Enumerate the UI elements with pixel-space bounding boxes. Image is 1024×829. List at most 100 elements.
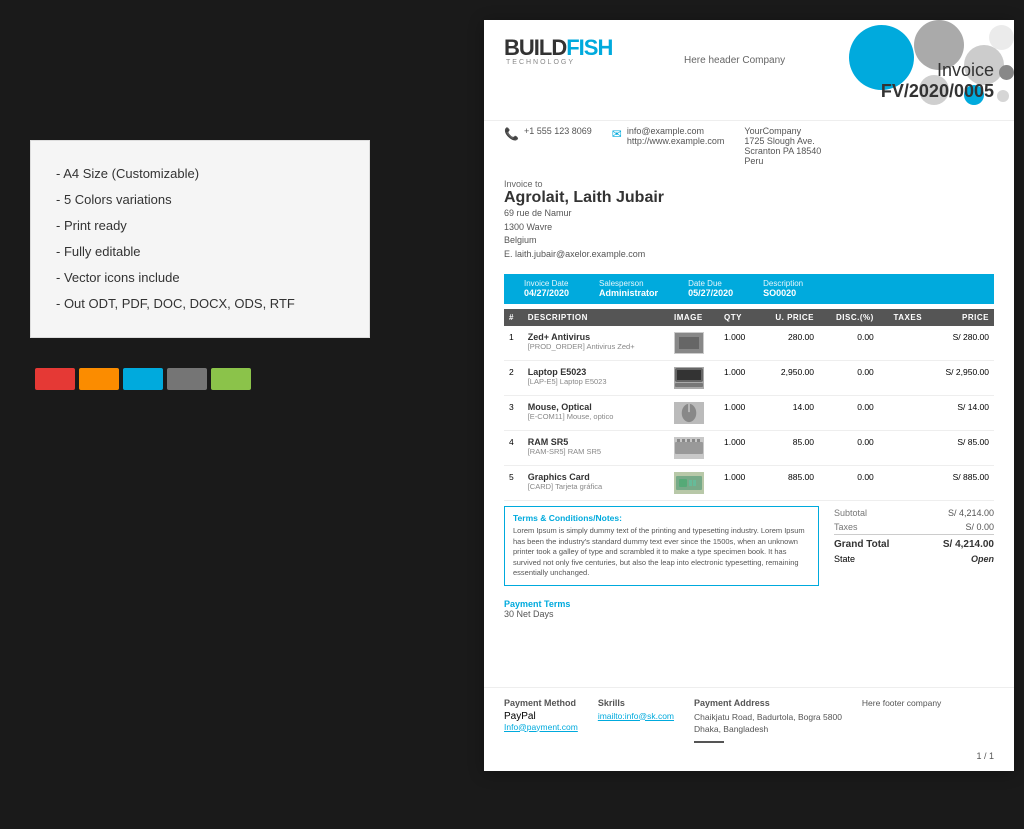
item1-taxes [879, 326, 927, 361]
item2-price: S/ 2,950.00 [927, 361, 994, 396]
footer-company: Here footer company [862, 698, 941, 744]
invoice-panel: BUILDFISH TECHNOLOGY Here header Company… [484, 20, 1014, 771]
state-value: Open [971, 554, 994, 564]
features-box: - A4 Size (Customizable) - 5 Colors vari… [30, 140, 370, 338]
info-date-due-value: 05/27/2020 [688, 288, 733, 298]
invoice-to-email: E. laith.jubair@axelor.example.com [504, 248, 994, 262]
swatch-green [211, 368, 251, 390]
item5-qty: 1.000 [719, 466, 758, 501]
item4-uprice: 85.00 [758, 431, 819, 466]
footer-paypal-link[interactable]: Info@payment.com [504, 722, 578, 732]
payment-terms-value: 30 Net Days [504, 609, 994, 619]
swatch-orange [79, 368, 119, 390]
item5-disc: 0.00 [819, 466, 879, 501]
footer-paypal: PayPal [504, 711, 578, 722]
feature-item-4: - Fully editable [56, 239, 344, 265]
subtotal-row: Subtotal S/ 4,214.00 [834, 506, 994, 520]
item2-qty: 1.000 [719, 361, 758, 396]
product-icon-laptop [674, 367, 704, 389]
info-description-value: SO0020 [763, 288, 796, 298]
swatch-red [35, 368, 75, 390]
feature-item-6: - Out ODT, PDF, DOC, DOCX, ODS, RTF [56, 291, 344, 317]
footer-payment-method-label: Payment Method [504, 698, 578, 708]
footer-skrills-label: Skrills [598, 698, 674, 708]
invoice-to-city: 1300 Wavre [504, 221, 994, 235]
feature-item-1: - A4 Size (Customizable) [56, 161, 344, 187]
feature-item-3: - Print ready [56, 213, 344, 239]
item1-num: 1 [504, 326, 523, 361]
table-row: 1 Zed+ Antivirus [PROD_ORDER] Antivirus … [504, 326, 994, 361]
feature-item-5: - Vector icons include [56, 265, 344, 291]
phone-icon: 📞 [504, 127, 519, 141]
item4-disc: 0.00 [819, 431, 879, 466]
contact-address2: Scranton PA 18540 [744, 146, 821, 156]
payment-terms-label: Payment Terms [504, 599, 994, 609]
item2-desc: Laptop E5023 [LAP-E5] Laptop E5023 [523, 361, 669, 396]
footer-divider [694, 741, 724, 743]
item3-desc: Mouse, Optical [E-COM11] Mouse, optico [523, 396, 669, 431]
swatch-blue [123, 368, 163, 390]
item1-disc: 0.00 [819, 326, 879, 361]
item1-qty: 1.000 [719, 326, 758, 361]
taxes-label: Taxes [834, 522, 858, 532]
item5-uprice: 885.00 [758, 466, 819, 501]
invoice-title-area: Invoice FV/2020/0005 [881, 60, 994, 102]
item2-image [669, 361, 719, 396]
item4-num: 4 [504, 431, 523, 466]
terms-title: Terms & Conditions/Notes: [513, 513, 810, 523]
item1-image [669, 326, 719, 361]
footer-skrills-link[interactable]: imailto:info@sk.com [598, 711, 674, 721]
col-disc: DISC.(%) [819, 309, 879, 326]
col-qty: QTY [719, 309, 758, 326]
col-taxes: TAXES [879, 309, 927, 326]
state-label: State [834, 554, 855, 564]
taxes-row: Taxes S/ 0.00 [834, 520, 994, 534]
features-list: - A4 Size (Customizable) - 5 Colors vari… [56, 161, 344, 317]
invoice-to-street: 69 rue de Namur [504, 207, 994, 221]
subtotal-label: Subtotal [834, 508, 867, 518]
footer-payment-address-label: Payment Address [694, 698, 842, 708]
item5-taxes [879, 466, 927, 501]
item3-disc: 0.00 [819, 396, 879, 431]
logo-build: BUILD [504, 35, 566, 60]
item3-taxes [879, 396, 927, 431]
header-company: Here header Company [684, 55, 785, 66]
invoice-to-country: Belgium [504, 234, 994, 248]
contact-country: Peru [744, 156, 821, 166]
footer-payment-address: Payment Address Chaikjatu Road, Badurtol… [694, 698, 842, 744]
info-date-due: Date Due 05/27/2020 [688, 279, 733, 299]
invoice-header: BUILDFISH TECHNOLOGY Here header Company… [484, 20, 1014, 120]
contact-email-col: ✉ info@example.com http://www.example.co… [612, 126, 725, 166]
info-bar: Invoice Date 04/27/2020 Salesperson Admi… [504, 274, 994, 304]
invoice-number: FV/2020/0005 [881, 81, 994, 102]
contact-website: http://www.example.com [627, 136, 725, 146]
col-image: IMAGE [669, 309, 719, 326]
item4-image [669, 431, 719, 466]
col-price: PRICE [927, 309, 994, 326]
footer-address: Chaikjatu Road, Badurtola, Bogra 5800 Dh… [694, 711, 842, 744]
swatch-gray [167, 368, 207, 390]
contact-address1: 1725 Slough Ave. [744, 136, 821, 146]
contact-address-col: YourCompany 1725 Slough Ave. Scranton PA… [744, 126, 821, 166]
col-num: # [504, 309, 523, 326]
item4-desc: RAM SR5 [RAM-SR5] RAM SR5 [523, 431, 669, 466]
info-salesperson: Salesperson Administrator [599, 279, 658, 299]
item4-taxes [879, 431, 927, 466]
footer-top: Payment Method PayPal Info@payment.com S… [504, 698, 994, 744]
contact-row: 📞 +1 555 123 8069 ✉ info@example.com htt… [484, 120, 1014, 171]
item1-desc: Zed+ Antivirus [PROD_ORDER] Antivirus Ze… [523, 326, 669, 361]
item3-uprice: 14.00 [758, 396, 819, 431]
info-description-label: Description [763, 279, 803, 288]
page-number: 1 / 1 [504, 751, 994, 761]
info-salesperson-value: Administrator [599, 288, 658, 298]
footer-company-text: Here footer company [862, 698, 941, 708]
left-panel: - A4 Size (Customizable) - 5 Colors vari… [30, 140, 370, 390]
state-row: State Open [834, 552, 994, 566]
item3-qty: 1.000 [719, 396, 758, 431]
terms-box: Terms & Conditions/Notes: Lorem Ipsum is… [504, 506, 819, 586]
info-date-due-label: Date Due [688, 279, 733, 288]
item1-uprice: 280.00 [758, 326, 819, 361]
invoice-to-label: Invoice to [504, 179, 994, 189]
feature-item-2: - 5 Colors variations [56, 187, 344, 213]
invoice-to-addr: 69 rue de Namur 1300 Wavre Belgium E. la… [504, 207, 994, 261]
